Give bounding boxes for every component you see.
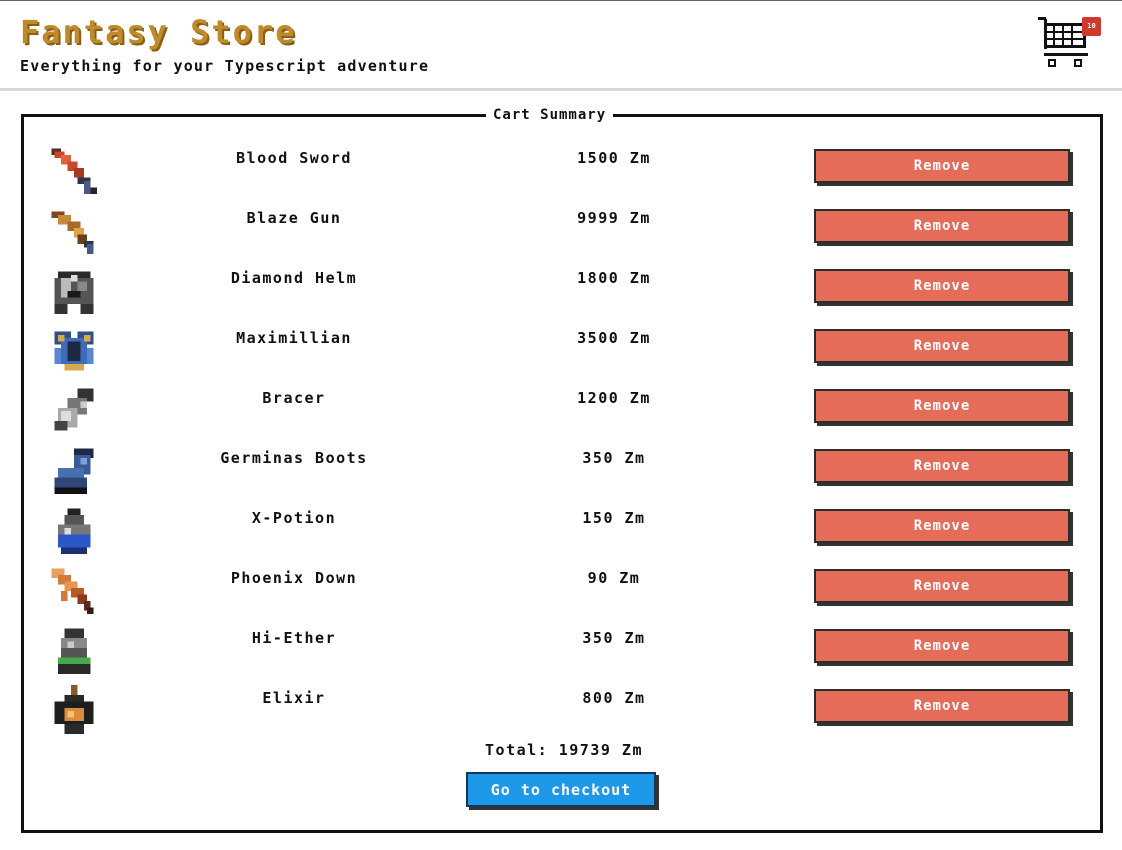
cart-summary: Cart Summary Blood Sword 1500 Zm Remove xyxy=(21,107,1103,833)
remove-button[interactable]: Remove xyxy=(814,509,1070,543)
cart-total: Total: 19739 Zm xyxy=(485,741,643,759)
item-price: 3500 Zm xyxy=(577,329,651,347)
remove-button[interactable]: Remove xyxy=(814,269,1070,303)
gun-icon xyxy=(48,205,100,257)
item-name: Germinas Boots xyxy=(220,449,368,467)
remove-button[interactable]: Remove xyxy=(814,149,1070,183)
item-price: 1200 Zm xyxy=(577,389,651,407)
item-price: 350 Zm xyxy=(582,449,646,467)
cart-item: X-Potion 150 Zm Remove xyxy=(24,499,1100,555)
cart-item: Blaze Gun 9999 Zm Remove xyxy=(24,199,1100,255)
cart-item: Phoenix Down 90 Zm Remove xyxy=(24,559,1100,615)
item-name: Phoenix Down xyxy=(230,569,358,587)
cart-item: Hi-Ether 350 Zm Remove xyxy=(24,619,1100,675)
cart-summary-title: Cart Summary xyxy=(486,107,614,123)
cart-item: Maximillian 3500 Zm Remove xyxy=(24,319,1100,375)
sword-icon xyxy=(48,145,100,197)
bracer-icon xyxy=(48,385,100,437)
item-name: Elixir xyxy=(262,689,326,707)
store-title: Fantasy Store xyxy=(20,13,297,51)
header-divider xyxy=(0,88,1122,91)
cart-count-badge: 10 xyxy=(1082,17,1101,36)
item-name: Hi-Ether xyxy=(251,629,337,647)
remove-button[interactable]: Remove xyxy=(814,569,1070,603)
item-price: 350 Zm xyxy=(582,629,646,647)
item-price: 1500 Zm xyxy=(577,149,651,167)
item-name: Blaze Gun xyxy=(246,209,342,227)
helmet-icon xyxy=(48,265,100,317)
item-name: Diamond Helm xyxy=(230,269,358,287)
item-name: Maximillian xyxy=(236,329,352,347)
item-price: 1800 Zm xyxy=(577,269,651,287)
potion-icon xyxy=(48,505,100,557)
ether-icon xyxy=(48,625,100,677)
checkout-button[interactable]: Go to checkout xyxy=(466,772,656,807)
store-subtitle: Everything for your Typescript adventure xyxy=(20,57,430,75)
cart-item: Bracer 1200 Zm Remove xyxy=(24,379,1100,435)
item-price: 90 Zm xyxy=(587,569,641,587)
item-price: 150 Zm xyxy=(582,509,646,527)
elixir-icon xyxy=(48,685,100,737)
remove-button[interactable]: Remove xyxy=(814,329,1070,363)
store-header: Fantasy Store Everything for your Typesc… xyxy=(0,1,1122,89)
item-name: Blood Sword xyxy=(236,149,352,167)
cart-item: Diamond Helm 1800 Zm Remove xyxy=(24,259,1100,315)
remove-button[interactable]: Remove xyxy=(814,689,1070,723)
armor-icon xyxy=(48,325,100,377)
cart-item: Germinas Boots 350 Zm Remove xyxy=(24,439,1100,495)
item-name: Bracer xyxy=(262,389,326,407)
item-name: X-Potion xyxy=(251,509,337,527)
cart-item: Elixir 800 Zm Remove xyxy=(24,679,1100,735)
item-price: 800 Zm xyxy=(582,689,646,707)
remove-button[interactable]: Remove xyxy=(814,449,1070,483)
boots-icon xyxy=(48,445,100,497)
feather-icon xyxy=(48,565,100,617)
remove-button[interactable]: Remove xyxy=(814,209,1070,243)
cart-item: Blood Sword 1500 Zm Remove xyxy=(24,139,1100,195)
remove-button[interactable]: Remove xyxy=(814,389,1070,423)
remove-button[interactable]: Remove xyxy=(814,629,1070,663)
item-price: 9999 Zm xyxy=(577,209,651,227)
